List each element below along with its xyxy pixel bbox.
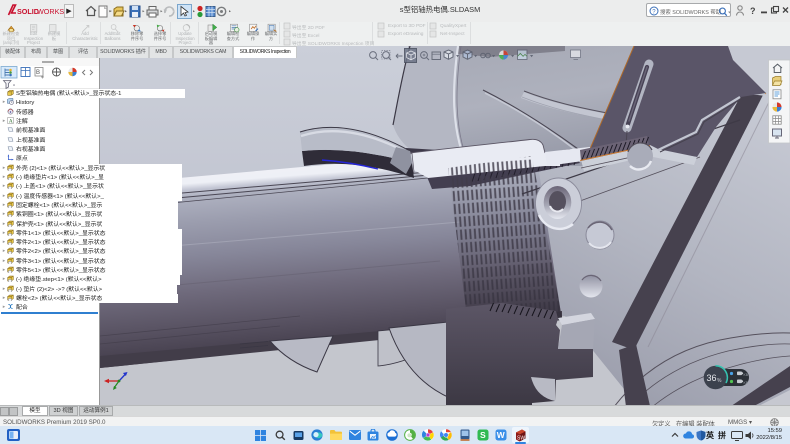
svg-text:KB: KB bbox=[744, 373, 749, 377]
svg-text:B: B bbox=[36, 70, 40, 76]
svg-text:KB: KB bbox=[744, 381, 749, 385]
svg-text:S: S bbox=[480, 430, 486, 440]
svg-text:W: W bbox=[497, 430, 505, 440]
svg-text:WORKS: WORKS bbox=[37, 7, 64, 16]
svg-text:%: % bbox=[717, 378, 722, 384]
svg-text:SOLID: SOLID bbox=[17, 7, 39, 16]
svg-text:A: A bbox=[9, 118, 13, 124]
svg-text:36: 36 bbox=[707, 373, 717, 383]
svg-text:?: ? bbox=[750, 6, 756, 16]
svg-text:SW: SW bbox=[517, 435, 525, 441]
